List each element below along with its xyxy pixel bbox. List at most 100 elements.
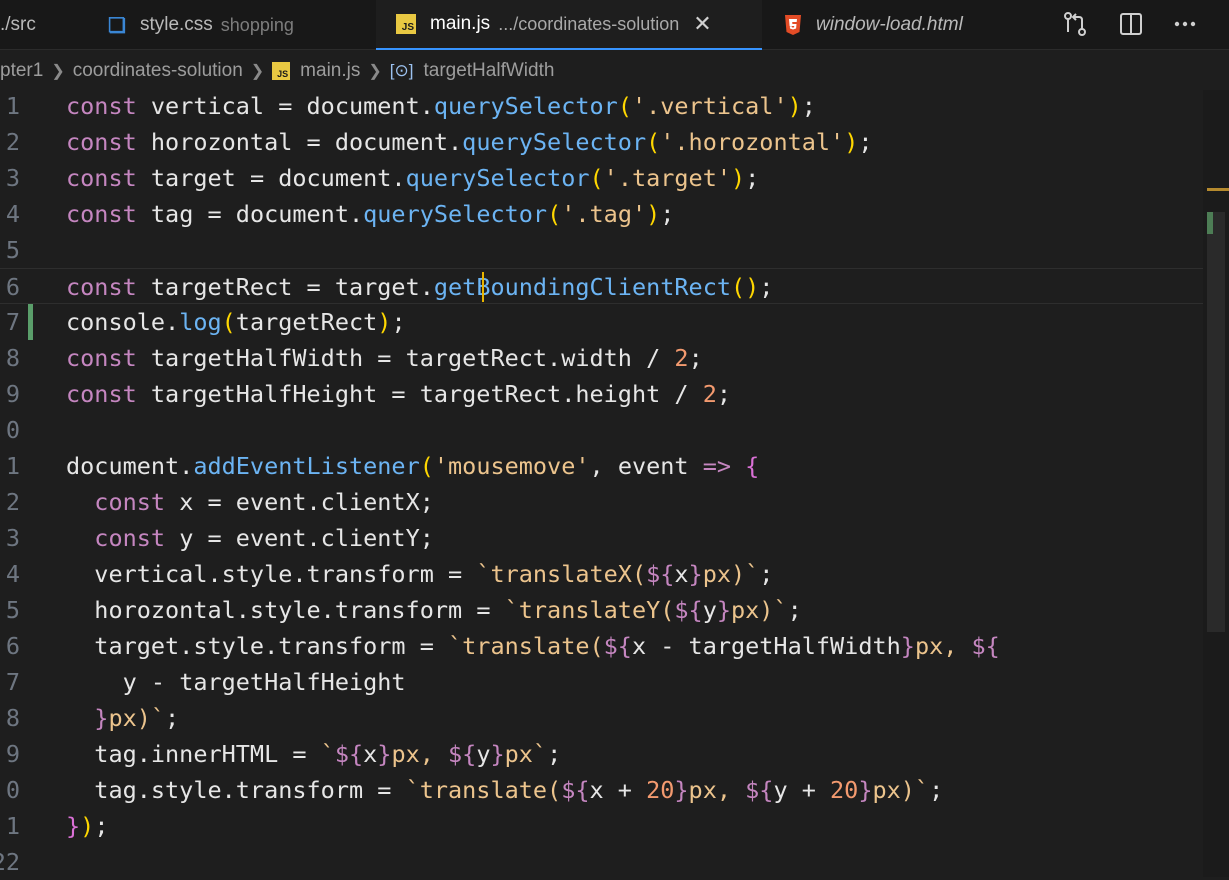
code-token: tag.innerHTML	[94, 740, 293, 768]
code-text: target.style.transform = `translate(${x …	[66, 628, 1000, 664]
code-line[interactable]: 6 target.style.transform = `translate(${…	[0, 628, 1210, 664]
code-token: horozontal	[136, 128, 307, 156]
code-text: horozontal.style.transform = `translateY…	[66, 592, 801, 628]
breadcrumb-symbol[interactable]: targetHalfWidth	[423, 60, 554, 82]
code-token: =	[306, 128, 335, 156]
code-text: tag.innerHTML = `${x}px, ${y}px`;	[66, 736, 561, 772]
code-token: vertical	[136, 92, 279, 120]
code-token: }	[66, 812, 81, 840]
code-line[interactable]: 22	[0, 844, 1210, 880]
css-file-icon: ❏	[108, 14, 126, 37]
code-line[interactable]: 8 }px)`;	[0, 700, 1210, 736]
code-token: '.target'	[603, 164, 732, 192]
code-line[interactable]: 2 const horozontal = document.querySelect…	[0, 124, 1210, 160]
code-token: px,	[914, 632, 972, 660]
code-line[interactable]: 4 vertical.style.transform = `translateX…	[0, 556, 1210, 592]
code-token: const	[66, 164, 137, 192]
tab-window-load-html[interactable]: window-load.html	[784, 0, 1024, 50]
code-token: targetHalfHeight	[179, 668, 406, 696]
code-line[interactable]: 5	[0, 232, 1210, 268]
scrollbar-thumb[interactable]	[1207, 212, 1225, 632]
code-token: (	[419, 452, 434, 480]
code-token: console.	[66, 308, 180, 336]
code-line[interactable]: 6 const targetRect = target.getBoundingCl…	[0, 268, 1210, 304]
code-token: =	[377, 776, 406, 804]
split-editor-icon[interactable]	[1117, 10, 1145, 38]
breadcrumb-file[interactable]: main.js	[300, 60, 360, 82]
code-token: (	[646, 128, 661, 156]
code-line[interactable]: 0 tag.style.transform = `translate(${x +…	[0, 772, 1210, 808]
code-editor[interactable]: 1 const vertical = document.querySelector…	[0, 90, 1229, 877]
code-line[interactable]: 3 const target = document.querySelector('…	[0, 160, 1210, 196]
code-token: ;	[929, 776, 944, 804]
tab-main-js[interactable]: JS main.js .../coordinates-solution ✕	[376, 0, 762, 50]
js-file-icon: JS	[396, 14, 416, 34]
code-token: targetRect	[136, 273, 307, 301]
code-token: ;	[759, 560, 774, 588]
line-number: 1	[5, 452, 20, 480]
code-line[interactable]: 4 const tag = document.querySelector('.ta…	[0, 196, 1210, 232]
code-line[interactable]: 9 const targetHalfHeight = targetRect.hei…	[0, 376, 1210, 412]
code-line[interactable]: 9 tag.innerHTML = `${x}px, ${y}px`;	[0, 736, 1210, 772]
code-token: =>	[702, 452, 731, 480]
line-number: 8	[5, 704, 20, 732]
source-control-compare-icon[interactable]	[1061, 10, 1089, 38]
code-token: tag	[136, 200, 208, 228]
code-token: px)`	[702, 560, 760, 588]
line-number: 9	[5, 740, 20, 768]
code-token: document.	[66, 452, 194, 480]
code-line[interactable]: 0	[0, 412, 1210, 448]
code-token: ;	[688, 344, 703, 372]
line-number: 3	[5, 524, 20, 552]
code-line[interactable]: 3 const y = event.clientY;	[0, 520, 1210, 556]
chevron-right-icon: ❯	[250, 63, 265, 80]
code-token: target.style.transform	[94, 632, 420, 660]
tab-src-breadcrumb[interactable]: ./src	[0, 0, 90, 50]
breadcrumb-folder[interactable]: pter1	[0, 60, 43, 82]
line-number: 1	[5, 92, 20, 120]
symbol-variable-icon: [⊙]	[389, 61, 414, 80]
code-token: targetRect.width	[405, 344, 647, 372]
code-token: =	[476, 596, 505, 624]
line-number: 4	[5, 200, 20, 228]
code-token: `translate(	[405, 776, 562, 804]
code-line[interactable]: 8 const targetHalfWidth = targetRect.widt…	[0, 340, 1210, 376]
code-token: target	[136, 164, 250, 192]
code-token: y	[476, 740, 491, 768]
line-number: 22	[0, 848, 20, 876]
code-token: {	[745, 452, 760, 480]
code-token: log	[179, 308, 222, 336]
code-line[interactable]: 1});	[0, 808, 1210, 844]
line-number: 6	[5, 273, 20, 301]
code-token: =	[306, 273, 335, 301]
code-token: '.tag'	[561, 200, 647, 228]
code-token: y	[773, 776, 802, 804]
code-text: const target = document.querySelector('.…	[66, 160, 759, 196]
code-token: 20	[646, 776, 675, 804]
line-number: 4	[5, 560, 20, 588]
code-token: =	[249, 164, 279, 192]
code-token: (	[617, 92, 632, 120]
code-line[interactable]: 2 const x = event.clientX;	[0, 484, 1210, 520]
close-tab-icon[interactable]: ✕	[693, 11, 711, 37]
code-line[interactable]: 1 const vertical = document.querySelector…	[0, 88, 1210, 124]
code-token: px,	[391, 740, 449, 768]
scrollbar-cursor-marker	[1207, 188, 1229, 191]
code-token: addEventListener	[193, 452, 420, 480]
code-token: const	[66, 380, 137, 408]
code-token: targetHalfHeight	[136, 380, 392, 408]
tab-label: style.css	[139, 14, 213, 35]
code-line[interactable]: 1 document.addEventListener('mousemove', …	[0, 448, 1210, 484]
code-token: `	[320, 740, 335, 768]
code-line[interactable]: 5 horozontal.style.transform = `translat…	[0, 592, 1210, 628]
code-token: const	[94, 524, 166, 552]
breadcrumb-folder[interactable]: coordinates-solution	[73, 60, 243, 82]
code-line[interactable]: 7 y - targetHalfHeight	[0, 664, 1210, 700]
more-actions-icon[interactable]	[1171, 10, 1199, 38]
code-line[interactable]: 7 console.log(targetRect);	[0, 304, 1210, 340]
tab-style-css[interactable]: ❏ style.css shopping	[108, 0, 368, 50]
